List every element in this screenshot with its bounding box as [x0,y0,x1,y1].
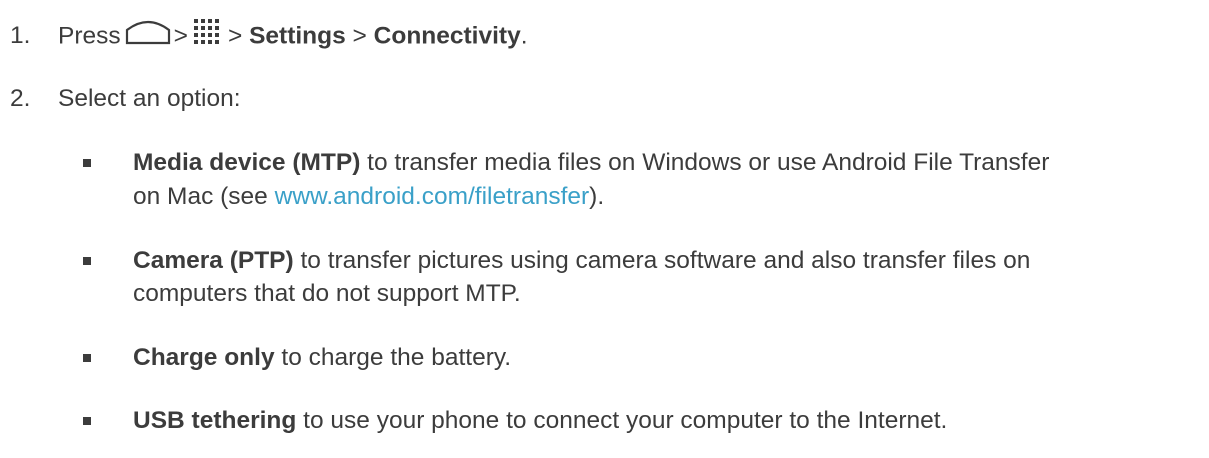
option-title: USB tethering [133,407,297,434]
step-2-text: Select an option: [58,85,241,112]
apps-grid-icon [192,17,224,53]
option-description-cont: on Mac (see [133,183,275,210]
step-1-text: Press > > Settings > Connectivity. [58,19,528,53]
option-title: Charge only [133,344,275,371]
option-description: to use your phone to connect your comput… [296,407,948,434]
option-description: to charge the battery. [274,344,512,371]
step-number: 2. [10,85,31,112]
bullet-square-icon [83,417,91,425]
bullet-square-icon [83,354,91,362]
option-description-cont: computers that do not support MTP. [133,280,521,307]
home-button-icon [125,17,171,53]
filetransfer-link[interactable]: www.android.com/filetransfer [275,183,590,210]
option-line: Charge only to charge the battery. [133,343,511,373]
option-line: Media device (MTP) to transfer media fil… [133,148,1049,178]
option-title: Media device (MTP) [133,149,361,176]
separator: > [227,22,243,50]
step-1-period: . [520,22,528,50]
step-number: 1. [10,22,31,49]
settings-label: Settings [249,22,346,50]
option-description: to transfer pictures using camera softwa… [293,247,1031,274]
option-line: USB tethering to use your phone to conne… [133,406,947,436]
option-line: Camera (PTP) to transfer pictures using … [133,246,1030,276]
option-line: on Mac (see www.android.com/filetransfer… [133,182,604,212]
option-title: Camera (PTP) [133,247,294,274]
separator: > [173,22,188,50]
option-description-end: ). [589,183,605,210]
bullet-square-icon [83,257,91,265]
separator: > [352,22,367,50]
connectivity-label: Connectivity [373,22,521,50]
press-label: Press [58,22,121,50]
option-description: to transfer media files on Windows or us… [360,149,1050,176]
bullet-square-icon [83,159,91,167]
